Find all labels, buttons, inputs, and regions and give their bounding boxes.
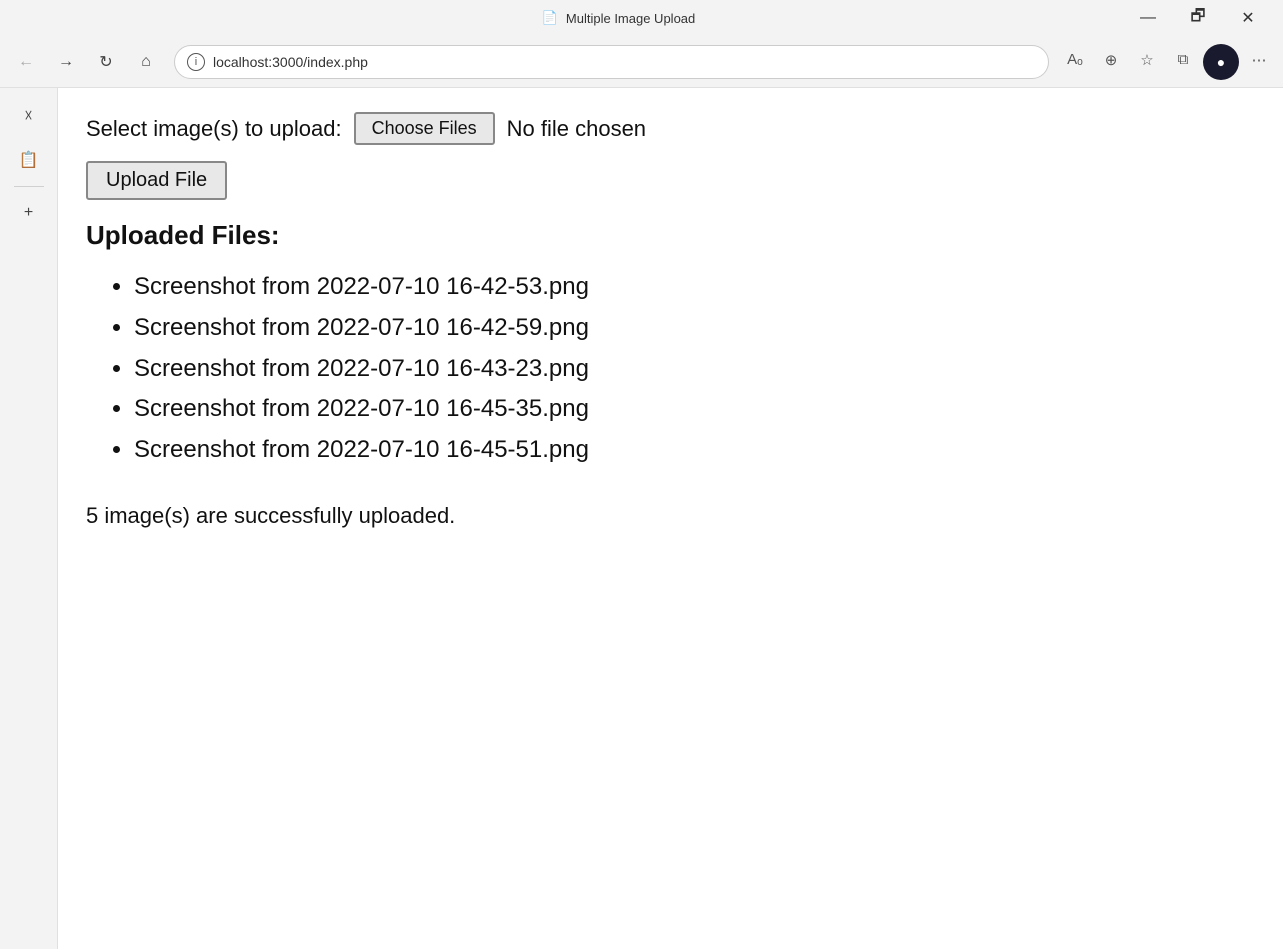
title-bar-center: 📄 Multiple Image Upload xyxy=(542,10,696,26)
address-bar-icons: Aₒ ⊕ ☆ ⧉ ● ⋯ xyxy=(1059,44,1275,80)
maximize-button[interactable]: 🗗 xyxy=(1175,2,1221,34)
sidebar: ☓ 📋 + xyxy=(0,88,58,949)
page-content: Select image(s) to upload: Choose Files … xyxy=(58,88,1283,949)
info-icon: i xyxy=(187,53,205,71)
title-bar: 📄 Multiple Image Upload — 🗗 ✕ xyxy=(0,0,1283,36)
read-mode-button[interactable]: Aₒ xyxy=(1059,44,1091,76)
choose-files-button[interactable]: Choose Files xyxy=(354,112,495,145)
zoom-button[interactable]: ⊕ xyxy=(1095,44,1127,76)
files-list: Screenshot from 2022-07-10 16-42-53.pngS… xyxy=(86,267,1255,471)
list-item: Screenshot from 2022-07-10 16-45-51.png xyxy=(134,430,1255,471)
list-item: Screenshot from 2022-07-10 16-42-53.png xyxy=(134,267,1255,308)
sidebar-divider xyxy=(14,186,44,187)
home-button[interactable]: ⌂ xyxy=(128,44,164,80)
window-frame: 📄 Multiple Image Upload — 🗗 ✕ ← → ↻ ⌂ i … xyxy=(0,0,1283,949)
url-display: localhost:3000/index.php xyxy=(213,54,1036,70)
sidebar-reading-list-button[interactable]: 📋 xyxy=(9,140,49,180)
forward-button[interactable]: → xyxy=(48,44,84,80)
uploaded-files-heading: Uploaded Files: xyxy=(86,220,1255,251)
no-file-text: No file chosen xyxy=(507,116,646,142)
sidebar-add-button[interactable]: + xyxy=(9,193,49,233)
upload-file-button[interactable]: Upload File xyxy=(86,161,227,200)
address-bar-input[interactable]: i localhost:3000/index.php xyxy=(174,45,1049,79)
window-icon: 📄 xyxy=(542,10,558,26)
refresh-button[interactable]: ↻ xyxy=(88,44,124,80)
list-item: Screenshot from 2022-07-10 16-42-59.png xyxy=(134,308,1255,349)
minimize-button[interactable]: — xyxy=(1125,2,1171,34)
file-select-row: Select image(s) to upload: Choose Files … xyxy=(86,112,1255,145)
more-button[interactable]: ⋯ xyxy=(1243,44,1275,76)
address-bar: ← → ↻ ⌂ i localhost:3000/index.php Aₒ ⊕ … xyxy=(0,36,1283,88)
success-text: 5 image(s) are successfully uploaded. xyxy=(86,503,1255,529)
window-title: Multiple Image Upload xyxy=(566,11,695,26)
profile-button[interactable]: ● xyxy=(1203,44,1239,80)
back-button[interactable]: ← xyxy=(8,44,44,80)
close-button[interactable]: ✕ xyxy=(1225,2,1271,34)
title-bar-controls: — 🗗 ✕ xyxy=(1125,2,1271,34)
sidebar-favorites-button[interactable]: ☓ xyxy=(9,96,49,136)
favorites-star-button[interactable]: ☆ xyxy=(1131,44,1163,76)
collections-button[interactable]: ⧉ xyxy=(1167,44,1199,76)
select-label: Select image(s) to upload: xyxy=(86,116,342,142)
browser-body: ☓ 📋 + Select image(s) to upload: Choose … xyxy=(0,88,1283,949)
list-item: Screenshot from 2022-07-10 16-43-23.png xyxy=(134,349,1255,390)
list-item: Screenshot from 2022-07-10 16-45-35.png xyxy=(134,389,1255,430)
